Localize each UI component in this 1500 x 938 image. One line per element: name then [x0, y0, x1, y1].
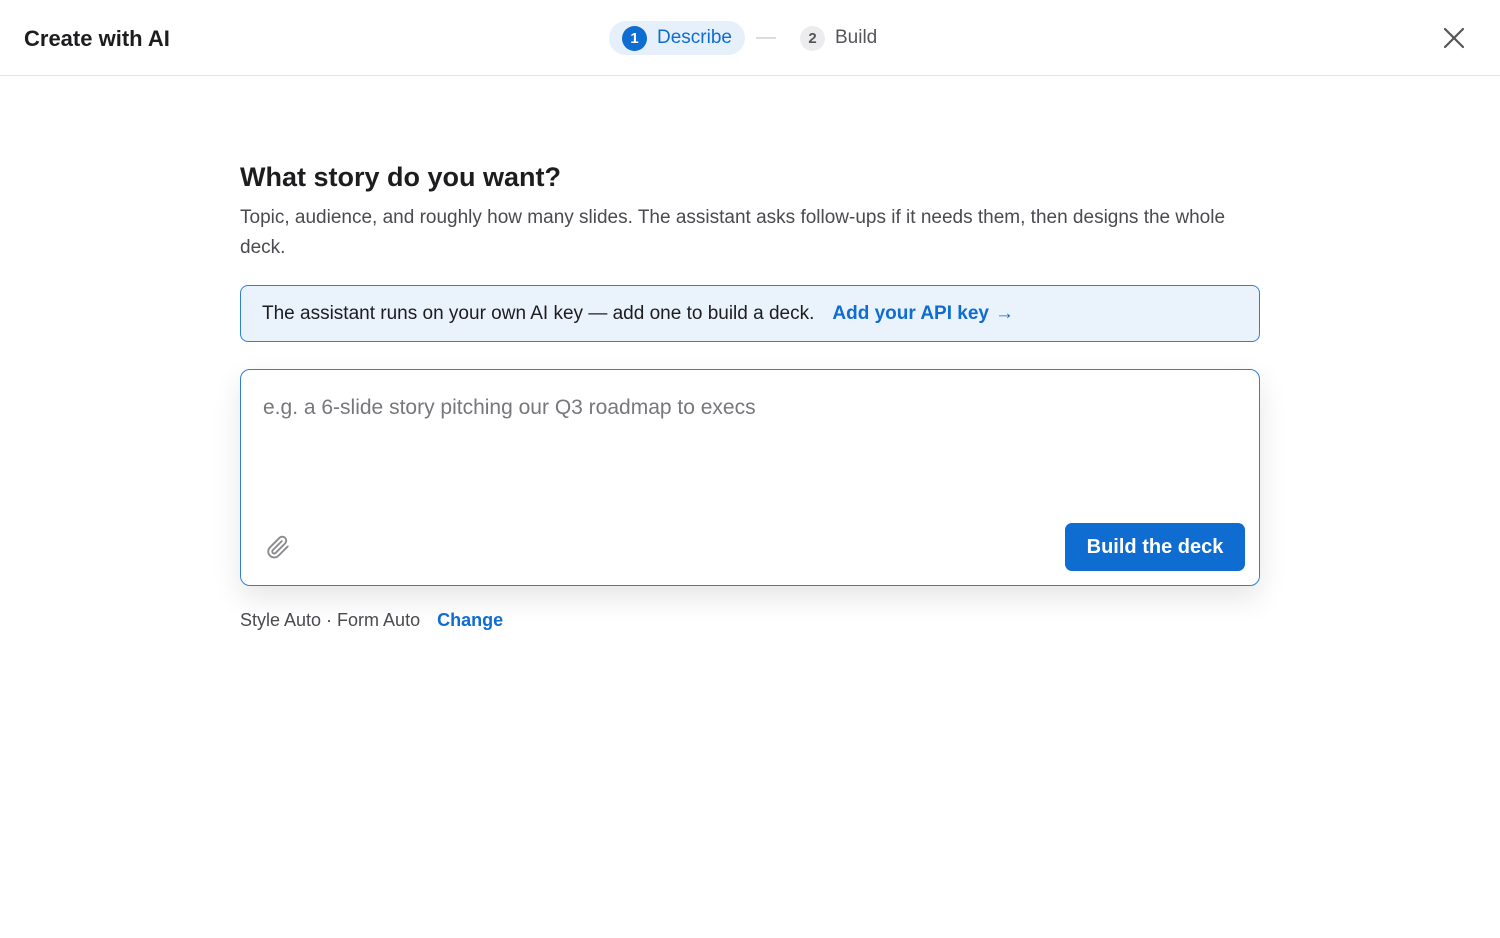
page-heading: What story do you want? [240, 162, 561, 192]
build-deck-button[interactable]: Build the deck [1065, 523, 1245, 571]
step-number: 2 [799, 25, 825, 51]
api-key-notice: The assistant runs on your own AI key — … [240, 285, 1260, 342]
story-prompt-input[interactable] [263, 394, 1233, 514]
add-api-key-label: Add your API key [832, 302, 989, 324]
step-divider [755, 37, 776, 39]
style-summary: Style Auto · Form Auto [240, 609, 421, 630]
close-icon [1443, 27, 1465, 49]
step-label: Describe [657, 27, 732, 48]
attach-file-button[interactable] [263, 532, 293, 562]
prompt-composer: Build the deck [240, 369, 1260, 586]
step-indicator: 1 Describe 2 Build [609, 21, 877, 55]
top-bar: Create with AI 1 Describe 2 Build [0, 0, 1500, 76]
paperclip-icon [267, 535, 289, 559]
dialog-title: Create with AI [24, 26, 170, 51]
page-description: Topic, audience, and roughly how many sl… [240, 207, 1226, 258]
step-number: 1 [622, 25, 647, 51]
arrow-right-icon: → [995, 302, 1014, 324]
close-button[interactable] [1438, 22, 1470, 54]
add-api-key-link[interactable]: Add your API key → [832, 303, 1014, 325]
style-settings: Style Auto · Form Auto Change [240, 608, 503, 632]
step-build[interactable]: 2 Build [799, 21, 878, 55]
change-style-link[interactable]: Change [437, 610, 503, 631]
notice-text: The assistant runs on your own AI key — … [262, 302, 815, 324]
step-label: Build [834, 27, 878, 48]
step-describe[interactable]: 1 Describe [609, 21, 745, 55]
